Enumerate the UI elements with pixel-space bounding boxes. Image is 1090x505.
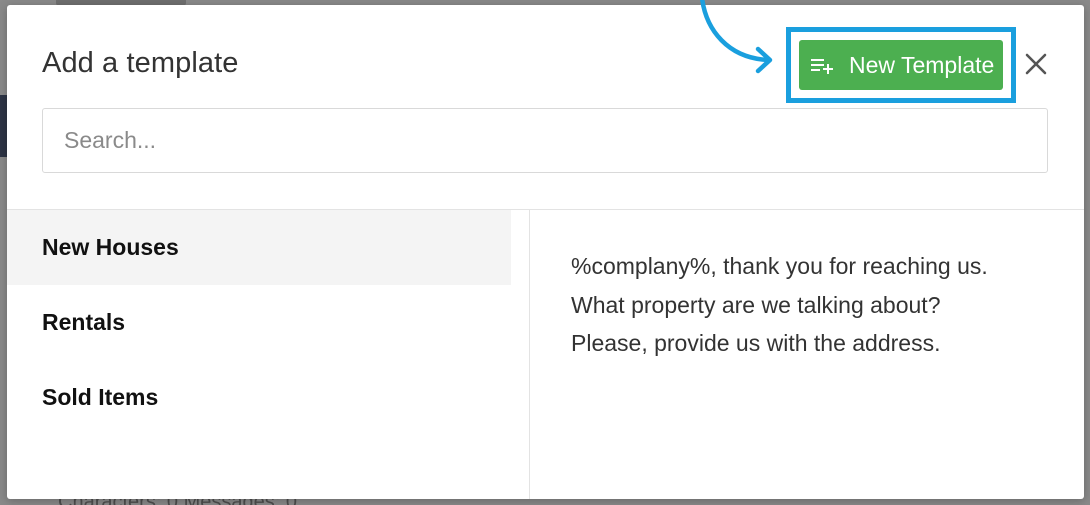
category-item-sold-items[interactable]: Sold Items (7, 360, 511, 435)
pane-divider (529, 210, 530, 499)
category-label: New Houses (42, 234, 179, 260)
playlist-add-icon (809, 53, 837, 77)
new-template-button[interactable]: New Template (799, 40, 1003, 90)
close-icon (1025, 53, 1047, 75)
close-button[interactable] (1024, 52, 1048, 76)
search-input[interactable] (42, 108, 1048, 173)
category-label: Sold Items (42, 384, 159, 410)
preview-line: %complany%, thank you for reaching us. (571, 253, 988, 279)
curved-arrow-icon (700, 0, 773, 74)
preview-line: Please, provide us with the address. (571, 330, 941, 356)
category-list: New Houses Rentals Sold Items (7, 210, 511, 435)
modal-title: Add a template (42, 47, 239, 79)
category-item-rentals[interactable]: Rentals (7, 285, 511, 360)
category-item-new-houses[interactable]: New Houses (7, 210, 511, 285)
template-preview: %complany%, thank you for reaching us. W… (571, 247, 1051, 363)
add-template-modal: Add a template New Template New Houses R… (7, 5, 1084, 499)
new-template-label: New Template (849, 51, 995, 78)
preview-line: What property are we talking about? (571, 291, 941, 318)
category-label: Rentals (42, 309, 126, 335)
